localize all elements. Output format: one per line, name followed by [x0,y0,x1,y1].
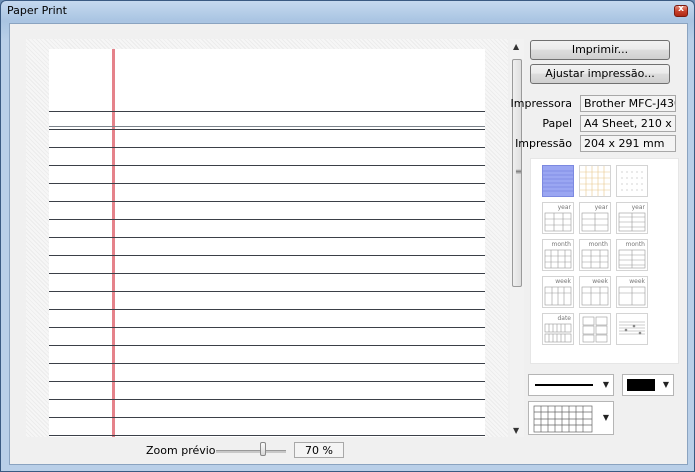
template-week-3[interactable]: week [616,276,648,308]
template-month-2[interactable]: month [579,239,611,271]
line-style-preview [535,384,593,386]
template-gallery: year year year month month month week we… [530,158,679,364]
window-title: Paper Print [7,4,67,17]
print-area-value: 204 x 291 mm [580,135,676,152]
ruled-line [49,201,485,202]
template-caption: week [592,278,608,285]
print-preview [26,39,508,437]
template-caption: year [594,204,608,211]
template-blocks[interactable] [579,313,611,345]
ruled-line [49,435,485,436]
template-dots[interactable] [616,165,648,197]
client-area: ▲ ≡ ▼ Zoom prévio 70 % Imprimir... Ajust… [9,23,688,465]
zoom-bar: Zoom prévio 70 % [26,437,508,463]
paper-page-preview [49,49,485,437]
ruled-line [49,417,485,418]
scroll-up-icon[interactable]: ▲ [513,42,519,51]
music-staff-icon [619,321,645,335]
zoom-slider-thumb[interactable] [260,442,266,456]
ruled-line [49,237,485,238]
grid-pattern-select[interactable]: ▼ [528,401,614,435]
grid-pattern-icon [533,405,593,433]
template-caption: month [625,241,645,248]
template-year-3[interactable]: year [616,202,648,234]
ruled-line [49,309,485,310]
chevron-down-icon: ▼ [602,380,609,389]
ruled-line [49,327,485,328]
template-caption: year [557,204,571,211]
page-setup-button[interactable]: Ajustar impressão... [530,64,670,84]
close-icon: x [678,4,684,14]
scrollbar-thumb[interactable]: ≡ [512,59,522,287]
ruled-line [49,273,485,274]
template-week-2[interactable]: week [579,276,611,308]
template-lined[interactable] [542,165,574,197]
zoom-slider-track[interactable] [216,450,286,453]
ruled-line [49,126,485,127]
scroll-down-icon[interactable]: ▼ [513,426,519,435]
dot-grid-icon [621,171,643,191]
color-swatch [627,379,655,391]
grid-icon [580,166,610,196]
template-caption: year [631,204,645,211]
ruled-line [49,399,485,400]
title-bar: Paper Print x [1,1,694,21]
ruled-line [49,183,485,184]
ruled-line [49,291,485,292]
ruled-line [49,345,485,346]
template-date[interactable]: date [542,313,574,345]
paper-print-window: Paper Print x ▲ ≡ ▼ Zoom prévio 70 % Imp… [0,0,695,472]
close-button[interactable]: x [674,4,688,17]
ruled-line [49,381,485,382]
chevron-down-icon: ▼ [662,380,669,389]
template-caption: month [551,241,571,248]
template-caption: date [557,315,571,322]
template-year-1[interactable]: year [542,202,574,234]
printer-label: Impressora [510,97,572,110]
line-style-select[interactable]: ▼ [528,374,614,396]
paper-value: A4 Sheet, 210 x 297 mm [580,115,676,132]
template-week-1[interactable]: week [542,276,574,308]
print-area-label: Impressão [515,137,572,150]
ruled-line [49,111,485,112]
template-month-3[interactable]: month [616,239,648,271]
print-button[interactable]: Imprimir... [530,40,670,60]
template-year-2[interactable]: year [579,202,611,234]
template-month-1[interactable]: month [542,239,574,271]
margin-line [112,49,115,437]
block-layout-icon [582,316,608,343]
template-caption: week [629,278,645,285]
ruled-line [49,363,485,364]
ruled-line [49,165,485,166]
paper-label: Papel [542,117,572,130]
grip-icon: ≡ [515,167,522,176]
template-grid[interactable] [579,165,611,197]
template-caption: week [555,278,571,285]
chevron-down-icon: ▼ [602,413,609,422]
pen-color-select[interactable]: ▼ [622,374,674,396]
zoom-label: Zoom prévio [146,444,216,457]
ruled-line [49,219,485,220]
template-music[interactable] [616,313,648,345]
zoom-value-field[interactable]: 70 % [294,442,344,458]
printer-value: Brother MFC-J430W [580,95,676,112]
ruled-line [49,255,485,256]
ruled-line [49,129,485,130]
ruled-line [49,147,485,148]
lined-blue-icon [543,170,573,192]
template-caption: month [588,241,608,248]
